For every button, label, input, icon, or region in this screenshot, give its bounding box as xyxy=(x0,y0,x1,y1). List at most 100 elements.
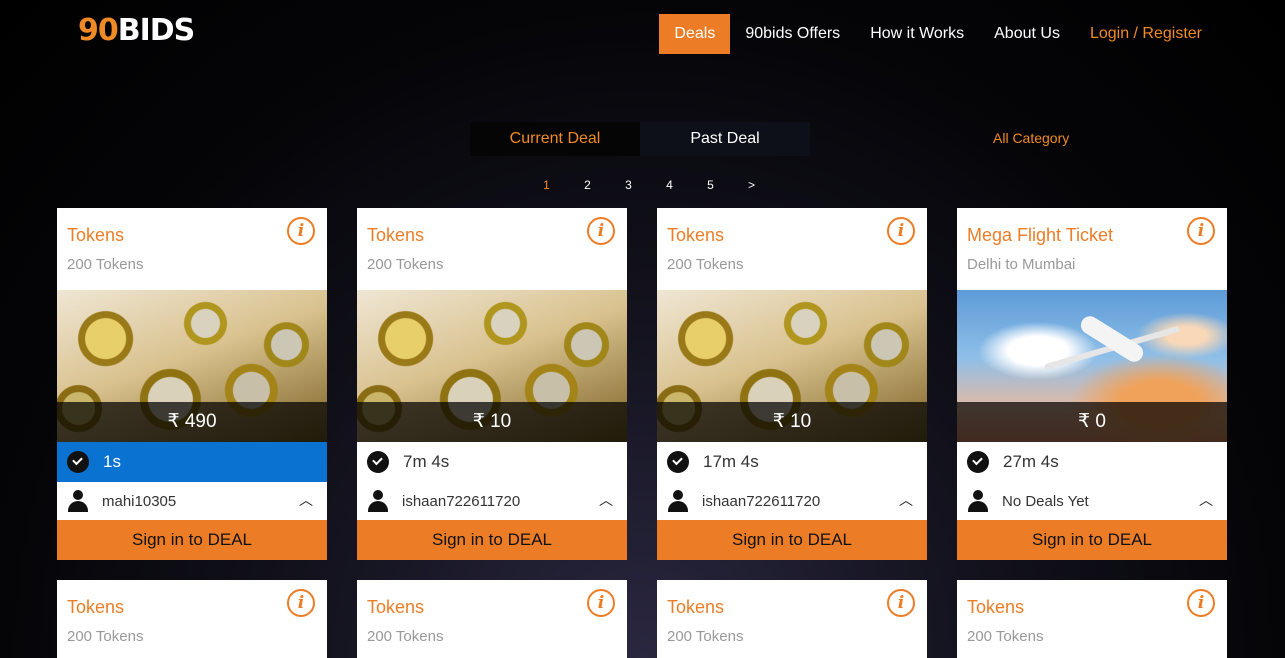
card-user-row: ishaan722611720 ︿ xyxy=(657,482,927,520)
chevron-up-icon[interactable]: ︿ xyxy=(299,490,313,510)
clock-icon xyxy=(667,451,689,473)
clock-icon xyxy=(67,451,89,473)
info-icon[interactable]: i xyxy=(887,589,915,617)
card-price: ₹ 10 xyxy=(657,402,927,442)
nav-how-it-works[interactable]: How it Works xyxy=(855,14,979,54)
card-price: ₹ 10 xyxy=(357,402,627,442)
card-subtitle: 200 Tokens xyxy=(367,628,444,645)
deal-card: Tokens 200 Tokens i ₹ 10 7m 4s ishaan722… xyxy=(357,208,627,560)
page-5[interactable]: 5 xyxy=(690,178,731,192)
info-icon[interactable]: i xyxy=(587,217,615,245)
deal-card: Tokens 200 Tokens i xyxy=(57,580,327,658)
deal-card: Tokens 200 Tokens i xyxy=(357,580,627,658)
card-timer: 7m 4s xyxy=(357,442,627,482)
card-subtitle: 200 Tokens xyxy=(67,628,144,645)
card-header: Tokens 200 Tokens i xyxy=(57,208,327,290)
timer-value: 1s xyxy=(103,452,121,471)
gold-coins-image: ₹ 10 xyxy=(357,290,627,442)
user-icon xyxy=(667,490,689,512)
user-name: No Deals Yet xyxy=(1002,492,1089,510)
card-price: ₹ 490 xyxy=(57,402,327,442)
sign-in-to-deal-button[interactable]: Sign in to DEAL xyxy=(657,520,927,560)
info-icon[interactable]: i xyxy=(287,217,315,245)
card-header: Tokens 200 Tokens i xyxy=(357,208,627,290)
card-header: Tokens 200 Tokens i xyxy=(957,580,1227,658)
info-icon[interactable]: i xyxy=(1187,217,1215,245)
card-user-row: No Deals Yet ︿ xyxy=(957,482,1227,520)
card-timer: 27m 4s xyxy=(957,442,1227,482)
card-subtitle: 200 Tokens xyxy=(667,256,744,273)
card-header: Tokens 200 Tokens i xyxy=(657,208,927,290)
tab-current-deal[interactable]: Current Deal xyxy=(470,122,640,156)
chevron-up-icon[interactable]: ︿ xyxy=(899,490,913,510)
card-title: Tokens xyxy=(67,225,125,245)
info-icon[interactable]: i xyxy=(287,589,315,617)
card-user-row: mahi10305 ︿ xyxy=(57,482,327,520)
card-price: ₹ 0 xyxy=(957,402,1227,442)
gold-coins-image: ₹ 490 xyxy=(57,290,327,442)
user-icon xyxy=(967,490,989,512)
deal-card: Tokens 200 Tokens i xyxy=(957,580,1227,658)
page-2[interactable]: 2 xyxy=(567,178,608,192)
sign-in-to-deal-button[interactable]: Sign in to DEAL xyxy=(957,520,1227,560)
gold-coins-image: ₹ 10 xyxy=(657,290,927,442)
sign-in-to-deal-button[interactable]: Sign in to DEAL xyxy=(357,520,627,560)
info-icon[interactable]: i xyxy=(587,589,615,617)
card-title: Tokens xyxy=(967,597,1025,617)
card-header: Mega Flight Ticket Delhi to Mumbai i xyxy=(957,208,1227,290)
chevron-up-icon[interactable]: ︿ xyxy=(1199,490,1213,510)
card-title: Tokens xyxy=(667,225,725,245)
card-header: Tokens 200 Tokens i xyxy=(657,580,927,658)
main-nav: Deals 90bids Offers How it Works About U… xyxy=(659,14,1217,54)
card-title: Tokens xyxy=(367,597,425,617)
user-icon xyxy=(67,490,89,512)
timer-value: 17m 4s xyxy=(703,452,759,471)
timer-value: 7m 4s xyxy=(403,452,450,471)
deal-card: Tokens 200 Tokens i ₹ 490 1s mahi10305 ︿… xyxy=(57,208,327,560)
deal-card: Tokens 200 Tokens i xyxy=(657,580,927,658)
all-category-dropdown[interactable]: All Category xyxy=(993,130,1069,146)
tab-past-deal[interactable]: Past Deal xyxy=(640,122,810,156)
airplane-image: ₹ 0 xyxy=(957,290,1227,442)
info-icon[interactable]: i xyxy=(887,217,915,245)
card-header: Tokens 200 Tokens i xyxy=(57,580,327,658)
page-next[interactable]: > xyxy=(731,178,772,192)
clock-icon xyxy=(967,451,989,473)
page-3[interactable]: 3 xyxy=(608,178,649,192)
card-subtitle: 200 Tokens xyxy=(367,256,444,273)
card-subtitle: 200 Tokens xyxy=(667,628,744,645)
pagination: 1 2 3 4 5 > xyxy=(526,178,772,192)
card-subtitle: 200 Tokens xyxy=(67,256,144,273)
card-user-row: ishaan722611720 ︿ xyxy=(357,482,627,520)
timer-value: 27m 4s xyxy=(1003,452,1059,471)
deal-tabs: Current Deal Past Deal xyxy=(470,122,810,156)
card-subtitle: Delhi to Mumbai xyxy=(967,256,1076,273)
nav-offers[interactable]: 90bids Offers xyxy=(730,14,855,54)
card-timer: 17m 4s xyxy=(657,442,927,482)
page-4[interactable]: 4 xyxy=(649,178,690,192)
info-icon[interactable]: i xyxy=(1187,589,1215,617)
card-title: Mega Flight Ticket xyxy=(967,225,1114,245)
user-name: ishaan722611720 xyxy=(402,492,521,510)
nav-login-register[interactable]: Login / Register xyxy=(1075,14,1217,54)
card-title: Tokens xyxy=(667,597,725,617)
card-header: Tokens 200 Tokens i xyxy=(357,580,627,658)
user-icon xyxy=(367,490,389,512)
user-name: ishaan722611720 xyxy=(702,492,821,510)
page-1[interactable]: 1 xyxy=(526,178,567,192)
card-title: Tokens xyxy=(67,597,125,617)
deal-card: Tokens 200 Tokens i ₹ 10 17m 4s ishaan72… xyxy=(657,208,927,560)
sign-in-to-deal-button[interactable]: Sign in to DEAL xyxy=(57,520,327,560)
user-name: mahi10305 xyxy=(102,492,177,510)
logo-part1: 90 xyxy=(78,12,119,48)
nav-deals[interactable]: Deals xyxy=(659,14,731,54)
card-subtitle: 200 Tokens xyxy=(967,628,1044,645)
nav-about-us[interactable]: About Us xyxy=(979,14,1075,54)
card-title: Tokens xyxy=(367,225,425,245)
logo-part2: BIDS xyxy=(117,12,196,48)
logo[interactable]: 90 BIDS xyxy=(78,12,196,48)
deal-card: Mega Flight Ticket Delhi to Mumbai i ₹ 0… xyxy=(957,208,1227,560)
card-timer: 1s xyxy=(57,442,327,482)
clock-icon xyxy=(367,451,389,473)
chevron-up-icon[interactable]: ︿ xyxy=(599,490,613,510)
